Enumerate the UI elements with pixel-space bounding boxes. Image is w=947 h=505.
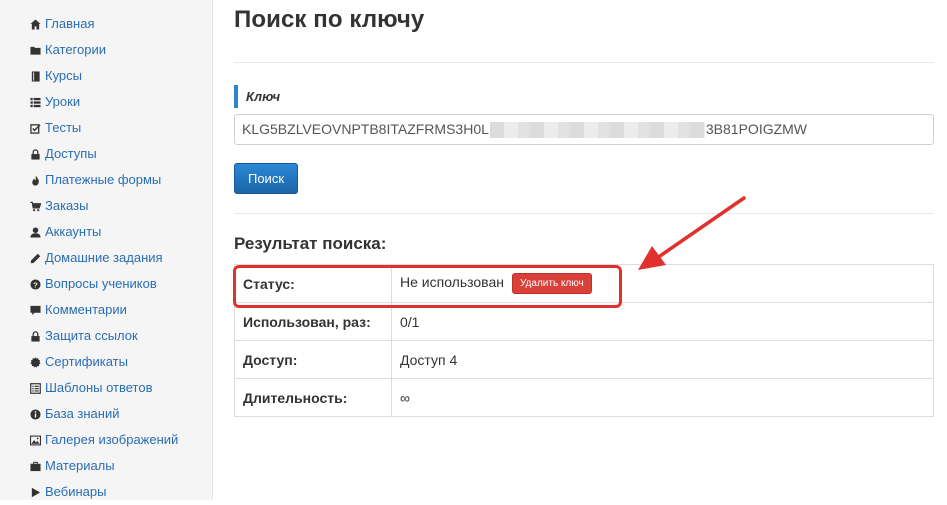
sidebar-item-webinars[interactable]: Вебинары [0, 479, 212, 505]
lock-icon [30, 148, 41, 160]
search-button[interactable]: Поиск [234, 163, 298, 194]
key-value-suffix: 3B81POIGZMW [705, 121, 808, 137]
sidebar-item-student-questions[interactable]: ? Вопросы учеников [0, 271, 212, 297]
sidebar-item-lessons[interactable]: Уроки [0, 89, 212, 115]
sidebar-item-image-gallery[interactable]: Галерея изображений [0, 427, 212, 453]
page-title: Поиск по ключу [234, 6, 425, 33]
sidebar-item-label[interactable]: Тесты [45, 115, 81, 141]
result-table: Статус: Не использован Удалить ключ Испол… [234, 264, 934, 417]
sidebar-item-payment-forms[interactable]: Платежные формы [0, 167, 212, 193]
comment-icon [30, 305, 41, 316]
sidebar-item-comments[interactable]: Комментарии [0, 297, 212, 323]
duration-label: Длительность: [234, 378, 392, 417]
question-icon: ? [30, 278, 41, 290]
table-row-access: Доступ: Доступ 4 [234, 340, 934, 379]
picture-icon [30, 435, 41, 446]
sidebar-item-accounts[interactable]: Аккаунты [0, 219, 212, 245]
sidebar-item-materials[interactable]: Материалы [0, 453, 212, 479]
delete-key-button[interactable]: Удалить ключ [511, 273, 592, 294]
result-title: Результат поиска: [234, 234, 387, 253]
sidebar-item-orders[interactable]: Заказы [0, 193, 212, 219]
sidebar-item-label[interactable]: Галерея изображений [45, 427, 178, 453]
sidebar-item-label[interactable]: Вопросы учеников [45, 271, 157, 297]
sidebar-item-label[interactable]: Заказы [45, 193, 88, 219]
info-icon [30, 408, 41, 420]
pencil-icon [30, 253, 41, 264]
table-row-duration: Длительность: ∞ [234, 378, 934, 417]
status-cell: Не использован Удалить ключ [391, 264, 934, 303]
status-label: Статус: [234, 264, 392, 303]
sidebar-item-link-protection[interactable]: Защита ссылок [0, 323, 212, 349]
key-field-label: Ключ [234, 85, 280, 108]
sidebar-item-label[interactable]: Аккаунты [45, 219, 101, 245]
sidebar-item-label[interactable]: Комментарии [45, 297, 127, 323]
play-icon [30, 487, 41, 498]
sidebar-item-label[interactable]: Главная [45, 11, 94, 37]
sidebar-item-home[interactable]: Главная [0, 11, 212, 37]
divider [234, 62, 934, 63]
list-alt-icon [30, 382, 41, 394]
sidebar-item-label[interactable]: Курсы [45, 63, 82, 89]
lock-icon [30, 330, 41, 342]
used-count-label: Использован, раз: [234, 302, 392, 341]
used-count-value: 0/1 [391, 302, 934, 341]
sidebar-item-knowledge-base[interactable]: База знаний [0, 401, 212, 427]
sidebar-item-tests[interactable]: Тесты [0, 115, 212, 141]
sidebar-item-label[interactable]: Уроки [45, 89, 80, 115]
list-icon [30, 97, 41, 108]
fire-icon [30, 174, 41, 186]
duration-value: ∞ [391, 378, 934, 417]
sidebar-item-label[interactable]: База знаний [45, 401, 120, 427]
access-value: Доступ 4 [391, 340, 934, 379]
cart-icon [30, 201, 41, 212]
sidebar-item-answer-templates[interactable]: Шаблоны ответов [0, 375, 212, 401]
sidebar-item-label[interactable]: Защита ссылок [45, 323, 138, 349]
sidebar-item-label[interactable]: Материалы [45, 453, 115, 479]
home-icon [30, 18, 41, 30]
key-value-prefix: KLG5BZLVEOVNPTB8ITAZFRMS3H0L [242, 121, 489, 137]
divider [234, 213, 934, 214]
sidebar-item-courses[interactable]: Курсы [0, 63, 212, 89]
sidebar-item-label[interactable]: Вебинары [45, 479, 106, 505]
sidebar-item-label[interactable]: Платежные формы [45, 167, 161, 193]
key-input[interactable]: KLG5BZLVEOVNPTB8ITAZFRMS3H0L 3B81POIGZMW [234, 114, 934, 145]
sidebar-item-categories[interactable]: Категории [0, 37, 212, 63]
sidebar-nav: Главная Категории Курсы Уроки Тесты Дост… [0, 0, 212, 505]
certificate-icon [30, 356, 41, 368]
sidebar-item-access[interactable]: Доступы [0, 141, 212, 167]
redacted-key-segment [489, 122, 705, 139]
sidebar: Главная Категории Курсы Уроки Тесты Дост… [0, 0, 213, 500]
sidebar-item-label[interactable]: Доступы [45, 141, 97, 167]
table-row-used-count: Использован, раз: 0/1 [234, 302, 934, 341]
svg-text:?: ? [33, 280, 38, 289]
sidebar-item-label[interactable]: Категории [45, 37, 106, 63]
sidebar-item-homework[interactable]: Домашние задания [0, 245, 212, 271]
sidebar-item-label[interactable]: Сертификаты [45, 349, 128, 375]
status-value: Не использован [400, 274, 504, 291]
folder-icon [30, 45, 41, 56]
user-icon [30, 226, 41, 238]
access-label: Доступ: [234, 340, 392, 379]
sidebar-item-certificates[interactable]: Сертификаты [0, 349, 212, 375]
table-row-status: Статус: Не использован Удалить ключ [234, 264, 934, 303]
briefcase-icon [30, 461, 41, 472]
sidebar-item-label[interactable]: Домашние задания [45, 245, 163, 271]
edit-check-icon [30, 123, 41, 134]
sidebar-item-label[interactable]: Шаблоны ответов [45, 375, 153, 401]
book-icon [30, 70, 41, 82]
